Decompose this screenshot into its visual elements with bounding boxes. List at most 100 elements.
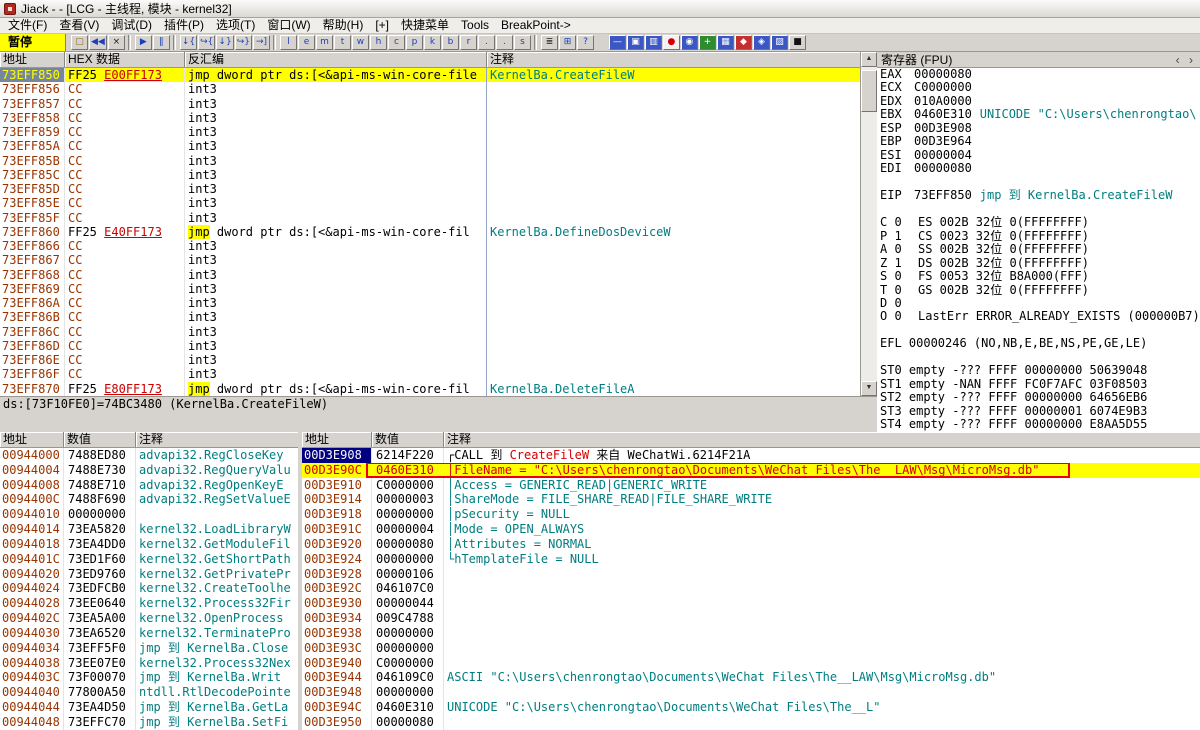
- menu-file[interactable]: 文件(F): [2, 18, 53, 34]
- disasm-row[interactable]: 73EFF85BCCint3: [0, 154, 860, 168]
- stack-row[interactable]: 00D3E93C00000000: [302, 641, 1200, 656]
- flag-line[interactable]: Z 1DS 002B 32位 0(FFFFFFFF): [880, 257, 1200, 270]
- disasm-row[interactable]: 73EFF858CCint3: [0, 111, 860, 125]
- dump-row[interactable]: 0094403073EA6520kernel32.TerminatePro: [0, 626, 298, 641]
- stack-row[interactable]: 00D3E92400000000└hTemplateFile = NULL: [302, 552, 1200, 567]
- dump-row[interactable]: 0094403873EE07E0kernel32.Process32Nex: [0, 656, 298, 671]
- dump-row[interactable]: 0094404873EFFC70jmp 到 KernelBa.SetFi: [0, 715, 298, 730]
- disasm-row[interactable]: 73EFF869CCint3: [0, 282, 860, 296]
- disasm-row[interactable]: 73EFF86BCCint3: [0, 310, 860, 324]
- dump-row[interactable]: 0094402073ED9760kernel32.GetPrivatePr: [0, 567, 298, 582]
- menu-tools[interactable]: Tools: [455, 18, 495, 34]
- register-line[interactable]: ESI00000004: [880, 149, 1200, 162]
- plugin-icon-8[interactable]: ◆: [735, 35, 752, 50]
- dump-row[interactable]: 0094404077800A50ntdll.RtlDecodePointe: [0, 685, 298, 700]
- plugin-icon-11[interactable]: ■: [789, 35, 806, 50]
- view-runtrace-button[interactable]: .: [478, 35, 495, 50]
- dump-row[interactable]: 0094402C73EA5A00kernel32.OpenProcess: [0, 611, 298, 626]
- menu-plugins[interactable]: 插件(P): [158, 18, 210, 34]
- register-line[interactable]: EBP00D3E964: [880, 135, 1200, 148]
- view-windows-button[interactable]: w: [352, 35, 369, 50]
- register-info-line[interactable]: EFL 00000246 (NO,NB,E,BE,NS,PE,GE,LE): [880, 337, 1200, 350]
- disasm-row[interactable]: 73EFF86FCCint3: [0, 367, 860, 381]
- dump-row[interactable]: 009440047488E730advapi32.RegQueryValu: [0, 463, 298, 478]
- disasm-row[interactable]: 73EFF856CCint3: [0, 82, 860, 96]
- stack-row[interactable]: 00D3E910C0000000│Access = GENERIC_READ|G…: [302, 478, 1200, 493]
- menu-plus[interactable]: [+]: [369, 18, 395, 34]
- disasm-row[interactable]: 73EFF857CCint3: [0, 97, 860, 111]
- view-breakpoints-button[interactable]: b: [442, 35, 459, 50]
- register-info-line[interactable]: ST1 empty -NAN FFFF FC0F7AFC 03F08503: [880, 378, 1200, 391]
- help-icon[interactable]: ?: [577, 35, 594, 50]
- view-patches-button[interactable]: p: [406, 35, 423, 50]
- scroll-down-icon[interactable]: ▼: [861, 381, 877, 396]
- plugin-icon-7[interactable]: ▦: [717, 35, 734, 50]
- disasm-row[interactable]: 73EFF86CCCint3: [0, 325, 860, 339]
- stack-row[interactable]: 00D3E92C046107C0: [302, 581, 1200, 596]
- disasm-row[interactable]: 73EFF870FF25 E80FF173jmp dword ptr ds:[<…: [0, 382, 860, 396]
- disasm-row[interactable]: 73EFF867CCint3: [0, 253, 860, 267]
- dump-row[interactable]: 0094401873EA4DD0kernel32.GetModuleFil: [0, 537, 298, 552]
- disasm-row[interactable]: 73EFF86ACCint3: [0, 296, 860, 310]
- menu-shortcut[interactable]: 快捷菜单: [395, 18, 455, 34]
- stack-row[interactable]: 00D3E940C0000000: [302, 656, 1200, 671]
- register-info-line[interactable]: ST4 empty -??? FFFF 00000000 E8AA5D55: [880, 418, 1200, 431]
- plugin-icon-3[interactable]: ▥: [645, 35, 662, 50]
- disasm-row[interactable]: 73EFF85CCCint3: [0, 168, 860, 182]
- dump-row[interactable]: 0094404473EA4D50jmp 到 KernelBa.GetLa: [0, 700, 298, 715]
- run-to-return-icon[interactable]: →]: [253, 35, 270, 50]
- register-line[interactable]: ESP00D3E908: [880, 122, 1200, 135]
- dump-row[interactable]: 0094401C73ED1F60kernel32.GetShortPath: [0, 552, 298, 567]
- restart-icon[interactable]: ◀◀: [89, 35, 107, 50]
- stack-row[interactable]: 00D3E9086214F220┌CALL 到 CreateFileW 来自 W…: [302, 448, 1200, 463]
- animate-over-icon[interactable]: ↪}: [235, 35, 252, 50]
- disasm-row[interactable]: 73EFF859CCint3: [0, 125, 860, 139]
- step-over-icon[interactable]: ↪{: [198, 35, 215, 50]
- stack-row[interactable]: 00D3E91C00000004│Mode = OPEN_ALWAYS: [302, 522, 1200, 537]
- register-line[interactable]: EDI00000080: [880, 162, 1200, 175]
- register-line[interactable]: EIP73EFF850jmp 到 KernelBa.CreateFileW: [880, 189, 1200, 202]
- menu-help[interactable]: 帮助(H): [317, 18, 370, 34]
- dump-row[interactable]: 0094401473EA5820kernel32.LoadLibraryW: [0, 522, 298, 537]
- plugin-icon-5[interactable]: ◉: [681, 35, 698, 50]
- dump-row[interactable]: 0094402473EDFCB0kernel32.CreateToolhe: [0, 581, 298, 596]
- dump-row[interactable]: 009440007488ED80advapi32.RegCloseKey: [0, 448, 298, 463]
- register-info-line[interactable]: ST2 empty -??? FFFF 00000000 64656EB6: [880, 391, 1200, 404]
- disasm-row[interactable]: 73EFF85ACCint3: [0, 139, 860, 153]
- menu-window[interactable]: 窗口(W): [261, 18, 316, 34]
- view-log-button[interactable]: l: [280, 35, 297, 50]
- dump-row[interactable]: 0094403473EFF5F0jmp 到 KernelBa.Close: [0, 641, 298, 656]
- stack-row[interactable]: 00D3E94C0460E310UNICODE "C:\Users\chenro…: [302, 700, 1200, 715]
- flag-line[interactable]: A 0SS 002B 32位 0(FFFFFFFF): [880, 243, 1200, 256]
- register-info-line[interactable]: ST0 empty -??? FFFF 00000000 50639048: [880, 364, 1200, 377]
- stack-row[interactable]: 00D3E92800000106: [302, 567, 1200, 582]
- menu-options[interactable]: 选项(T): [210, 18, 261, 34]
- menu-debug[interactable]: 调试(D): [105, 18, 158, 34]
- stack-row[interactable]: 00D3E934009C4788: [302, 611, 1200, 626]
- disasm-row[interactable]: 73EFF866CCint3: [0, 239, 860, 253]
- disasm-row[interactable]: 73EFF868CCint3: [0, 268, 860, 282]
- view-trace-button[interactable]: .: [496, 35, 513, 50]
- stack-row[interactable]: 00D3E94800000000: [302, 685, 1200, 700]
- registers-prev-icon[interactable]: ‹: [1173, 53, 1183, 67]
- scrollbar-track[interactable]: [861, 112, 877, 381]
- dump-row[interactable]: 0094403C73F00070jmp 到 KernelBa.Writ: [0, 670, 298, 685]
- register-line[interactable]: EDX010A0000: [880, 95, 1200, 108]
- view-memory-button[interactable]: m: [316, 35, 333, 50]
- register-info-line[interactable]: ST3 empty -??? FFFF 00000001 6074E9B3: [880, 405, 1200, 418]
- dump-row[interactable]: 0094400C7488F690advapi32.RegSetValueE: [0, 492, 298, 507]
- disasm-row[interactable]: 73EFF85FCCint3: [0, 211, 860, 225]
- view-source-button[interactable]: s: [514, 35, 531, 50]
- windows-list-icon[interactable]: ⊞: [559, 35, 576, 50]
- view-cpu-button[interactable]: c: [388, 35, 405, 50]
- stack-row[interactable]: 00D3E91400000003│ShareMode = FILE_SHARE_…: [302, 492, 1200, 507]
- disasm-row[interactable]: 73EFF860FF25 E40FF173jmp dword ptr ds:[<…: [0, 225, 860, 239]
- stack-row[interactable]: 00D3E92000000080│Attributes = NORMAL: [302, 537, 1200, 552]
- stack-row[interactable]: 00D3E944046109C0ASCII "C:\Users\chenrong…: [302, 670, 1200, 685]
- disassembly-scrollbar[interactable]: ▲ ▼: [861, 52, 877, 396]
- view-handles-button[interactable]: h: [370, 35, 387, 50]
- pause-icon[interactable]: ‖: [153, 35, 170, 50]
- close-icon[interactable]: ×: [108, 35, 125, 50]
- register-line[interactable]: EAX00000080: [880, 68, 1200, 81]
- register-line[interactable]: ECXC0000000: [880, 81, 1200, 94]
